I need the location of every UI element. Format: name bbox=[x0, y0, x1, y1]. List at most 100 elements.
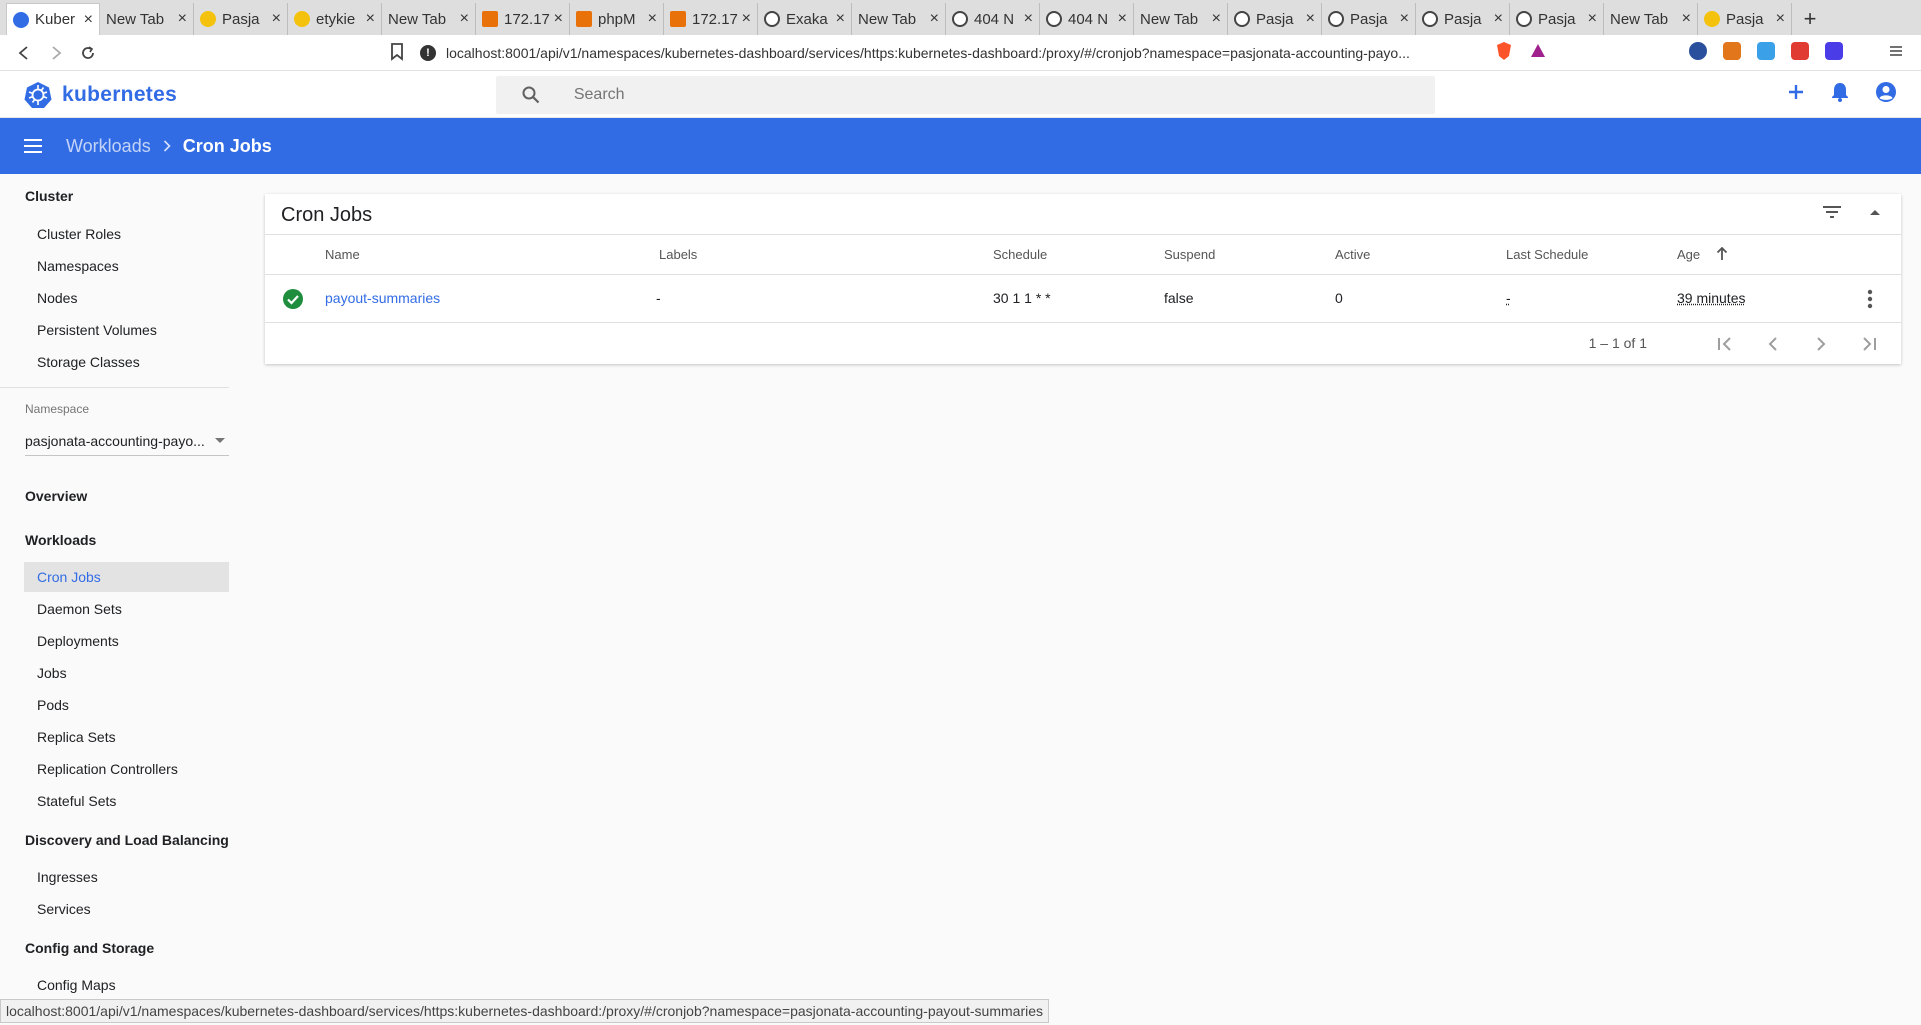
sidebar-item-config-maps[interactable]: Config Maps bbox=[24, 970, 229, 996]
sidebar-item-nodes[interactable]: Nodes bbox=[24, 283, 229, 313]
previous-page-button[interactable] bbox=[1761, 333, 1785, 355]
last-page-button[interactable] bbox=[1857, 333, 1881, 355]
browser-tab-title: Pasja bbox=[1444, 10, 1482, 28]
close-tab-icon[interactable]: × bbox=[648, 10, 657, 28]
fedora-extension-icon[interactable] bbox=[1689, 42, 1707, 60]
kubernetes-logo[interactable]: kubernetes bbox=[24, 81, 177, 109]
account-circle-icon[interactable] bbox=[1875, 81, 1897, 103]
sidebar-item-storage-classes[interactable]: Storage Classes bbox=[24, 347, 229, 377]
browser-tab[interactable]: New Tab × bbox=[100, 3, 194, 35]
sidebar-item-cron-jobs[interactable]: Cron Jobs bbox=[24, 562, 229, 592]
close-tab-icon[interactable]: × bbox=[460, 10, 469, 28]
first-page-button[interactable] bbox=[1713, 333, 1737, 355]
close-tab-icon[interactable]: × bbox=[1212, 10, 1221, 28]
forward-button[interactable] bbox=[40, 37, 72, 69]
sidebar-item-stateful-sets[interactable]: Stateful Sets bbox=[24, 786, 229, 816]
cronjob-name-link[interactable]: payout-summaries bbox=[325, 290, 440, 306]
hamburger-menu-button[interactable] bbox=[0, 139, 66, 153]
column-header-schedule[interactable]: Schedule bbox=[993, 247, 1047, 262]
close-tab-icon[interactable]: × bbox=[1588, 10, 1597, 28]
extension-icon[interactable] bbox=[1791, 42, 1809, 60]
browser-tab[interactable]: New Tab × bbox=[382, 3, 476, 35]
sidebar-item-overview[interactable]: Overview bbox=[25, 488, 87, 504]
brave-shield-icon[interactable] bbox=[1495, 41, 1513, 61]
sidebar-item-persistent-volumes[interactable]: Persistent Volumes bbox=[24, 315, 229, 345]
sidebar-item-ingresses[interactable]: Ingresses bbox=[24, 862, 229, 892]
sidebar-item-cluster-roles[interactable]: Cluster Roles bbox=[24, 219, 229, 249]
close-tab-icon[interactable]: × bbox=[836, 10, 845, 28]
search-bar[interactable] bbox=[496, 76, 1435, 114]
collapse-arrow-icon[interactable] bbox=[1869, 208, 1881, 216]
column-header-last-schedule[interactable]: Last Schedule bbox=[1506, 247, 1588, 262]
sidebar-section-discovery[interactable]: Discovery and Load Balancing bbox=[25, 832, 229, 848]
column-header-name[interactable]: Name bbox=[325, 247, 360, 262]
sidebar-item-replication-controllers[interactable]: Replication Controllers bbox=[24, 754, 229, 784]
browser-tab[interactable]: Pasja × bbox=[1510, 3, 1604, 35]
browser-tab[interactable]: 404 N × bbox=[1040, 3, 1134, 35]
reload-button[interactable] bbox=[72, 37, 104, 69]
sidebar-item-services[interactable]: Services bbox=[24, 894, 229, 924]
next-page-button[interactable] bbox=[1809, 333, 1833, 355]
brave-rewards-icon[interactable] bbox=[1529, 42, 1547, 60]
sidebar-section-config[interactable]: Config and Storage bbox=[25, 940, 154, 956]
browser-menu-icon[interactable] bbox=[1889, 44, 1903, 58]
namespace-select[interactable]: pasjonata-accounting-payo... bbox=[25, 426, 229, 456]
close-tab-icon[interactable]: × bbox=[1306, 10, 1315, 28]
sidebar-item-deployments[interactable]: Deployments bbox=[24, 626, 229, 656]
close-tab-icon[interactable]: × bbox=[1400, 10, 1409, 28]
close-tab-icon[interactable]: × bbox=[178, 10, 187, 28]
url-field[interactable]: ! localhost:8001/api/v1/namespaces/kuber… bbox=[420, 39, 1434, 67]
browser-tab[interactable]: Pasja × bbox=[1228, 3, 1322, 35]
metamask-icon[interactable] bbox=[1723, 42, 1741, 60]
add-icon[interactable] bbox=[1787, 83, 1805, 101]
sidebar-section-cluster[interactable]: Cluster bbox=[25, 188, 73, 204]
sidebar-item-daemon-sets[interactable]: Daemon Sets bbox=[24, 594, 229, 624]
close-tab-icon[interactable]: × bbox=[272, 10, 281, 28]
extension-icon[interactable] bbox=[1825, 42, 1843, 60]
breadcrumb-workloads[interactable]: Workloads bbox=[66, 136, 151, 157]
close-tab-icon[interactable]: × bbox=[1776, 10, 1785, 28]
browser-tab[interactable]: Exaka × bbox=[758, 3, 852, 35]
close-tab-icon[interactable]: × bbox=[1118, 10, 1127, 28]
browser-tab[interactable]: Pasja × bbox=[1698, 3, 1792, 35]
browser-tab[interactable]: New Tab × bbox=[852, 3, 946, 35]
browser-tab[interactable]: phpM × bbox=[570, 3, 664, 35]
close-tab-icon[interactable]: × bbox=[742, 10, 751, 28]
browser-tab[interactable]: Kuber × bbox=[6, 3, 100, 35]
close-tab-icon[interactable]: × bbox=[930, 10, 939, 28]
close-tab-icon[interactable]: × bbox=[366, 10, 375, 28]
browser-tab[interactable]: etykie × bbox=[288, 3, 382, 35]
browser-tab[interactable]: New Tab × bbox=[1134, 3, 1228, 35]
back-button[interactable] bbox=[8, 37, 40, 69]
sidebar-item-namespaces[interactable]: Namespaces bbox=[24, 251, 229, 281]
site-info-icon[interactable]: ! bbox=[420, 45, 436, 61]
close-tab-icon[interactable]: × bbox=[1494, 10, 1503, 28]
column-header-age[interactable]: Age bbox=[1677, 247, 1700, 262]
close-tab-icon[interactable]: × bbox=[1024, 10, 1033, 28]
new-tab-button[interactable]: + bbox=[1792, 3, 1828, 35]
column-header-active[interactable]: Active bbox=[1335, 247, 1370, 262]
browser-tab[interactable]: New Tab × bbox=[1604, 3, 1698, 35]
sidebar-item-jobs[interactable]: Jobs bbox=[24, 658, 229, 688]
bookmark-icon[interactable] bbox=[390, 43, 404, 61]
namespace-label: Namespace bbox=[25, 402, 90, 416]
notifications-bell-icon[interactable] bbox=[1831, 82, 1849, 102]
sidebar-item-replica-sets[interactable]: Replica Sets bbox=[24, 722, 229, 752]
extension-icon[interactable] bbox=[1757, 42, 1775, 60]
close-tab-icon[interactable]: × bbox=[84, 11, 93, 29]
browser-tab[interactable]: Pasja × bbox=[194, 3, 288, 35]
sidebar-section-workloads[interactable]: Workloads bbox=[25, 532, 96, 548]
browser-tab[interactable]: 404 N × bbox=[946, 3, 1040, 35]
more-vert-icon[interactable] bbox=[1867, 289, 1873, 309]
close-tab-icon[interactable]: × bbox=[554, 10, 563, 28]
filter-icon[interactable] bbox=[1823, 206, 1841, 218]
browser-tab[interactable]: 172.17 × bbox=[664, 3, 758, 35]
sort-arrow-up-icon[interactable] bbox=[1716, 247, 1728, 261]
browser-tab[interactable]: Pasja × bbox=[1416, 3, 1510, 35]
browser-tab[interactable]: Pasja × bbox=[1322, 3, 1416, 35]
close-tab-icon[interactable]: × bbox=[1682, 10, 1691, 28]
sidebar-item-pods[interactable]: Pods bbox=[24, 690, 229, 720]
column-header-suspend[interactable]: Suspend bbox=[1164, 247, 1215, 262]
search-input[interactable] bbox=[573, 86, 1435, 104]
browser-tab[interactable]: 172.17 × bbox=[476, 3, 570, 35]
